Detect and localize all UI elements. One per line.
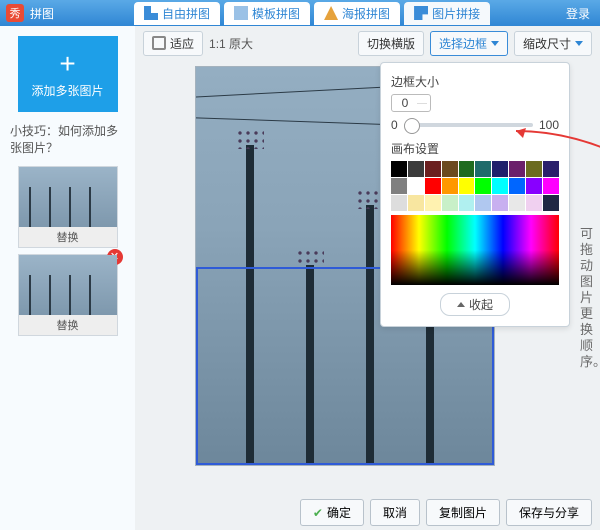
thumbnail-2[interactable]: 2 ✕ 替换 <box>18 254 118 336</box>
save-share-button[interactable]: 保存与分享 <box>506 499 592 526</box>
color-swatch[interactable] <box>408 161 424 177</box>
color-swatch[interactable] <box>492 195 508 211</box>
color-swatch[interactable] <box>526 161 542 177</box>
color-swatches <box>391 161 559 211</box>
border-select-button[interactable]: 选择边框 <box>430 31 508 56</box>
tab-image-stitch[interactable]: 图片拼接 <box>404 2 490 25</box>
annotation-text: 可拖动图片更换顺序。 <box>580 226 596 370</box>
collapse-label: 收起 <box>469 296 493 313</box>
fit-icon <box>152 36 166 50</box>
replace-button[interactable]: 替换 <box>19 315 117 335</box>
tab-free-collage[interactable]: 自由拼图 <box>134 2 220 25</box>
color-swatch[interactable] <box>391 195 407 211</box>
canvas-setting-label: 画布设置 <box>391 140 559 157</box>
add-images-label: 添加多张图片 <box>31 82 103 99</box>
color-swatch[interactable] <box>408 195 424 211</box>
color-swatch[interactable] <box>543 161 559 177</box>
color-swatch[interactable] <box>425 195 441 211</box>
tab-label: 图片拼接 <box>432 5 480 22</box>
chevron-up-icon <box>457 302 465 307</box>
color-swatch[interactable] <box>442 178 458 194</box>
color-swatch[interactable] <box>509 178 525 194</box>
color-swatch[interactable] <box>526 178 542 194</box>
fit-label: 适应 <box>170 35 194 52</box>
switch-layout-label: 切换横版 <box>367 35 415 52</box>
border-size-label: 边框大小 <box>391 73 559 90</box>
image-stitch-icon <box>414 6 428 20</box>
copy-image-button[interactable]: 复制图片 <box>426 499 500 526</box>
color-swatch[interactable] <box>425 161 441 177</box>
fit-button[interactable]: 适应 <box>143 31 203 56</box>
color-swatch[interactable] <box>543 178 559 194</box>
color-gradient-picker[interactable] <box>391 215 559 285</box>
color-swatch[interactable] <box>543 195 559 211</box>
check-icon: ✔ <box>313 506 323 520</box>
color-swatch[interactable] <box>475 195 491 211</box>
thumbnail-image <box>19 167 117 227</box>
chevron-down-icon <box>491 41 499 46</box>
border-panel: 边框大小 0 0 100 画布设置 收起 <box>380 62 570 327</box>
color-swatch[interactable] <box>391 178 407 194</box>
color-swatch[interactable] <box>509 195 525 211</box>
color-swatch[interactable] <box>492 161 508 177</box>
resize-label: 缩改尺寸 <box>523 35 571 52</box>
poster-collage-icon <box>324 6 338 20</box>
tab-template-collage[interactable]: 模板拼图 <box>224 2 310 25</box>
ok-label: 确定 <box>327 504 351 521</box>
template-collage-icon <box>234 6 248 20</box>
tab-poster-collage[interactable]: 海报拼图 <box>314 2 400 25</box>
color-swatch[interactable] <box>459 161 475 177</box>
color-swatch[interactable] <box>492 178 508 194</box>
tab-label: 海报拼图 <box>342 5 390 22</box>
chevron-down-icon <box>575 41 583 46</box>
zoom-ratio[interactable]: 1:1 原大 <box>209 35 253 52</box>
plus-icon: + <box>59 50 75 78</box>
border-size-input[interactable]: 0 <box>391 94 431 112</box>
thumbnail-1[interactable]: 1 替换 <box>18 166 118 248</box>
color-swatch[interactable] <box>391 161 407 177</box>
top-tabs: 自由拼图 模板拼图 海报拼图 图片拼接 <box>134 2 490 25</box>
border-select-label: 选择边框 <box>439 35 487 52</box>
border-size-slider[interactable] <box>404 123 533 127</box>
app-icon: 秀 <box>6 4 24 22</box>
tab-label: 自由拼图 <box>162 5 210 22</box>
tab-label: 模板拼图 <box>252 5 300 22</box>
replace-button[interactable]: 替换 <box>19 227 117 247</box>
tip-text[interactable]: 小技巧：如何添加多张图片？ <box>10 122 127 156</box>
resize-button[interactable]: 缩改尺寸 <box>514 31 592 56</box>
color-swatch[interactable] <box>442 161 458 177</box>
slider-min: 0 <box>391 118 398 132</box>
color-swatch[interactable] <box>475 178 491 194</box>
color-swatch[interactable] <box>475 161 491 177</box>
cancel-button[interactable]: 取消 <box>370 499 420 526</box>
login-link[interactable]: 登录 <box>566 5 590 22</box>
color-swatch[interactable] <box>425 178 441 194</box>
thumbnail-image <box>19 255 117 315</box>
slider-max: 100 <box>539 118 559 132</box>
color-swatch[interactable] <box>509 161 525 177</box>
workspace: 适应 1:1 原大 切换横版 选择边框 缩改尺寸 边框大小 0 0 100 <box>135 26 600 530</box>
color-swatch[interactable] <box>459 178 475 194</box>
color-swatch[interactable] <box>442 195 458 211</box>
color-swatch[interactable] <box>459 195 475 211</box>
ok-button[interactable]: ✔ 确定 <box>300 499 364 526</box>
add-images-button[interactable]: + 添加多张图片 <box>18 36 118 112</box>
color-swatch[interactable] <box>408 178 424 194</box>
color-swatch[interactable] <box>526 195 542 211</box>
free-collage-icon <box>144 6 158 20</box>
collapse-button[interactable]: 收起 <box>440 293 510 316</box>
app-title: 拼图 <box>30 5 54 22</box>
switch-layout-button[interactable]: 切换横版 <box>358 31 424 56</box>
